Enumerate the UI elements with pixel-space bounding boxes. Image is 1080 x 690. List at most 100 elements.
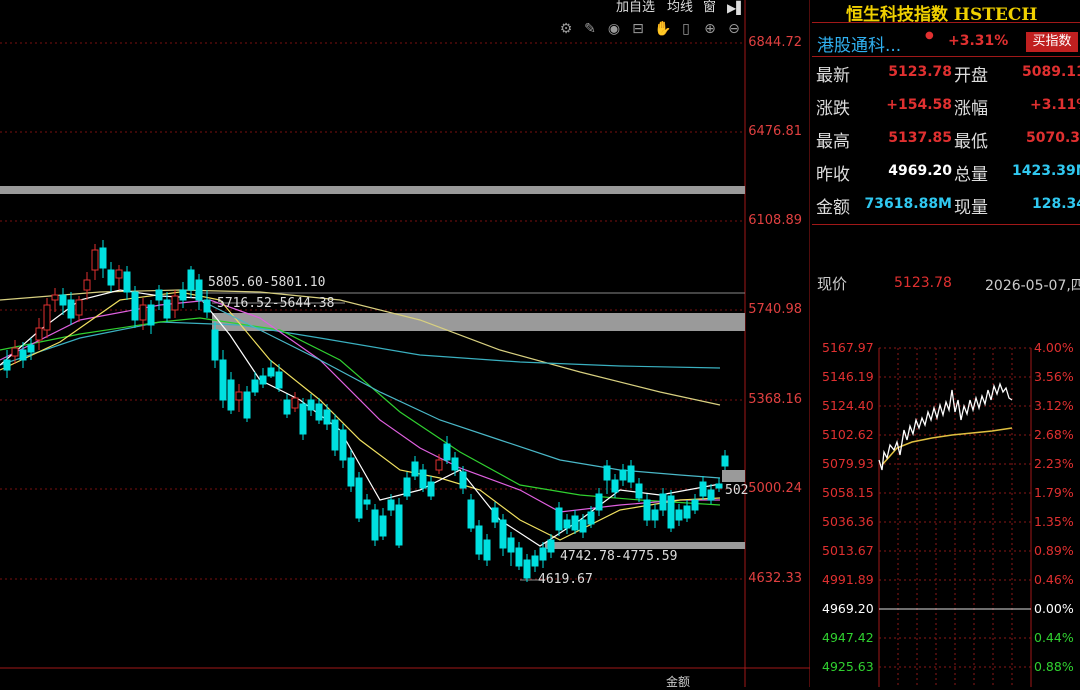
latest-label: 最新 <box>816 66 850 86</box>
candle-body <box>483 539 491 561</box>
hand-icon[interactable]: ✋ <box>654 21 671 37</box>
candle-body <box>291 397 299 409</box>
grid-lines <box>0 42 745 580</box>
candle-body <box>379 515 387 537</box>
low-label: 最低 <box>954 132 988 152</box>
candle-body <box>595 493 603 511</box>
candle-body <box>411 461 419 477</box>
intraday-pct-tick: 0.89% <box>1034 543 1074 558</box>
quote-row-high-low: 最高 5137.85 最低 5070.30 <box>816 127 1080 159</box>
candle-body <box>651 509 659 521</box>
intraday-price-tick: 5013.67 <box>822 543 874 558</box>
change-value: +154.58 <box>886 97 952 113</box>
candle-body <box>211 329 219 361</box>
price-tick: 4632.33 <box>748 571 802 586</box>
candle-body <box>515 547 523 567</box>
candle-body <box>499 519 507 549</box>
candle-body <box>187 269 195 291</box>
bag-icon[interactable]: ⊟ <box>630 21 646 37</box>
candle-body <box>707 489 715 501</box>
candle-body <box>315 403 323 421</box>
candle-body <box>51 294 59 301</box>
quote-row-prev-vol: 昨收 4969.20 总量 1423.39M <box>816 160 1080 192</box>
window-button[interactable]: 窗 <box>703 0 716 16</box>
price-tick: 6108.89 <box>748 213 802 228</box>
candle-body <box>139 304 147 321</box>
price-tick: 5368.16 <box>748 392 802 407</box>
gear-icon[interactable]: ⚙ <box>558 21 574 37</box>
ma-line <box>0 317 721 506</box>
eye-icon[interactable]: ◉ <box>606 21 622 37</box>
candle-body <box>571 515 579 531</box>
zoom-in-icon[interactable]: ⊕ <box>702 21 718 37</box>
low-point-label: 4619.67 <box>538 572 593 587</box>
quote-row-amount: 金额 73618.88M 现量 128.34K <box>816 193 1080 225</box>
intraday-price-tick: 5102.62 <box>822 427 874 442</box>
candle-body <box>155 289 163 301</box>
candle-body <box>387 499 395 511</box>
range-label-high: 5805.60-5801.10 <box>208 275 326 290</box>
candle-body <box>563 519 571 529</box>
ma-button[interactable]: 均线 <box>667 0 693 16</box>
intraday-pct-tick: 3.56% <box>1034 369 1074 384</box>
price-tick: 6844.72 <box>748 35 802 50</box>
latest-value: 5123.78 <box>888 64 952 80</box>
resistance-band-2 <box>212 313 745 331</box>
candle-body <box>539 547 547 561</box>
pencil-icon[interactable]: ✎ <box>582 21 598 37</box>
price-tick: 5740.98 <box>748 302 802 317</box>
support-band <box>545 542 745 549</box>
candle-body <box>587 511 595 525</box>
candle-body <box>267 367 275 377</box>
kline-chart-svg[interactable] <box>0 0 810 687</box>
candle-body <box>19 349 27 361</box>
candle-body <box>721 455 729 467</box>
prev-close-label: 昨收 <box>816 165 850 185</box>
exit-icon[interactable]: ▶▌ <box>727 0 745 16</box>
candle-body <box>171 295 179 311</box>
candle-body <box>147 304 155 326</box>
kline-chart-panel[interactable]: 加自选 均线 窗 ▶▌ ⚙ ✎ ◉ ⊟ ✋ ▯ ⊕ ⊖ 6844.72 6476… <box>0 0 810 690</box>
candle-body <box>283 399 291 415</box>
candle-body <box>443 443 451 461</box>
candle-body <box>347 457 355 487</box>
intraday-price-tick: 4991.89 <box>822 572 874 587</box>
candle-body <box>3 359 11 371</box>
candle-body <box>107 269 115 286</box>
intraday-pct-tick: 4.00% <box>1034 340 1074 355</box>
candle-body <box>699 481 707 497</box>
range-label-low: 4742.78-4775.59 <box>560 549 678 564</box>
zoom-out-icon[interactable]: ⊖ <box>726 21 742 37</box>
candle-body <box>131 291 139 321</box>
candle-body <box>75 299 83 316</box>
index-subtitle[interactable]: 港股通科... <box>817 31 901 56</box>
bottom-indicator-label[interactable]: 金额 <box>666 673 690 690</box>
candle-body <box>195 279 203 301</box>
change-pct-label: 涨幅 <box>954 99 988 119</box>
candle-body <box>83 279 91 291</box>
candle-body <box>395 504 403 546</box>
candle-body <box>307 399 315 411</box>
candle-body <box>491 507 499 523</box>
page-icon[interactable]: ▯ <box>678 21 694 37</box>
buy-index-button[interactable]: 买指数 <box>1026 32 1078 52</box>
intraday-pct-tick: 0.88% <box>1034 659 1074 674</box>
intraday-pct-tick: 3.12% <box>1034 398 1074 413</box>
intraday-pct-tick: 1.79% <box>1034 485 1074 500</box>
intraday-price-tick: 5079.93 <box>822 456 874 471</box>
add-favorite-button[interactable]: 加自选 <box>616 0 655 16</box>
intraday-price-tick: 5146.19 <box>822 369 874 384</box>
quote-panel: 恒生科技指数 HSTECH 港股通科... ● +3.31% 买指数 最新 51… <box>812 0 1080 687</box>
candle-body <box>635 483 643 499</box>
intraday-pct-tick: 0.00% <box>1034 601 1074 616</box>
current-volume-value: 128.34K <box>1032 196 1080 212</box>
candle-body <box>251 379 259 393</box>
candle-body <box>715 483 723 489</box>
candle-body <box>331 419 339 451</box>
candle-body <box>363 499 371 505</box>
candle-body <box>67 299 75 319</box>
intraday-price-tick: 4925.63 <box>822 659 874 674</box>
candle-body <box>627 465 635 483</box>
price-tick: 5000.24 <box>748 481 802 496</box>
candle-body <box>91 249 99 271</box>
